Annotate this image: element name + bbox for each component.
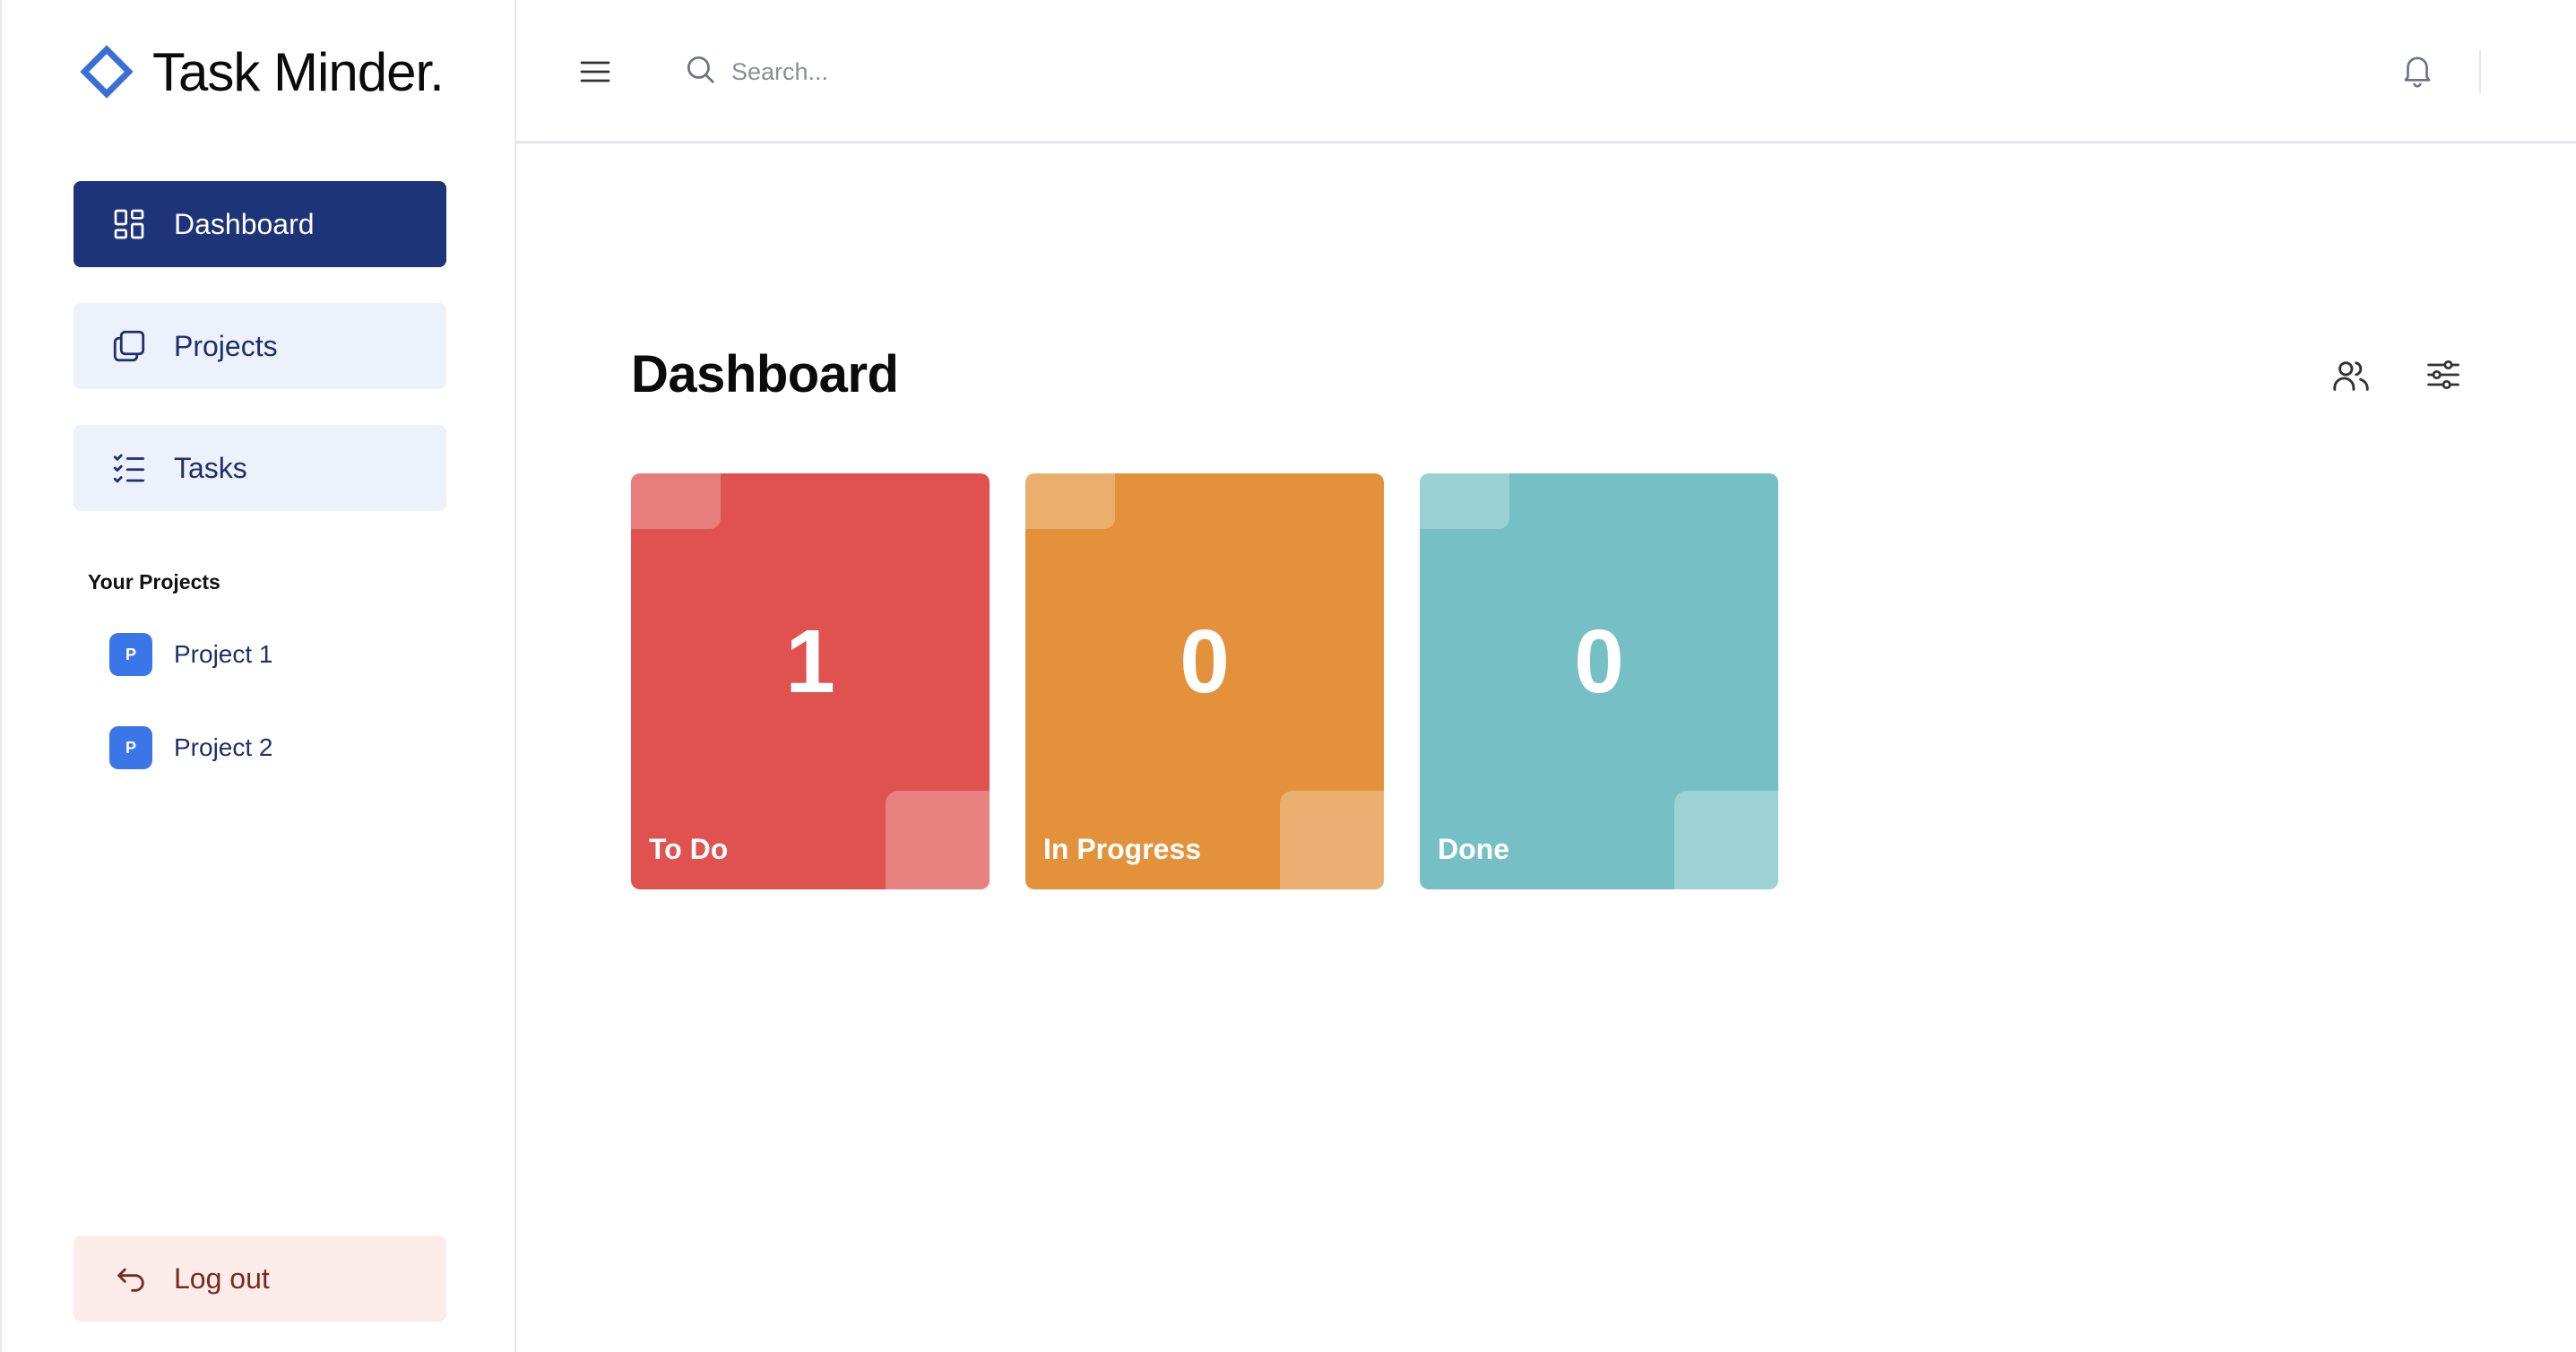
sidebar-item-dashboard[interactable]: Dashboard xyxy=(73,181,446,267)
search-input[interactable] xyxy=(731,48,1269,95)
in-progress-label: In Progress xyxy=(1043,833,1202,865)
card-corner-decoration xyxy=(631,473,721,529)
todo-label: To Do xyxy=(649,833,729,865)
todo-card[interactable]: 1 To Do xyxy=(631,473,990,889)
page-title: Dashboard xyxy=(631,345,899,403)
folders-icon xyxy=(109,326,149,366)
todo-count: 1 xyxy=(785,611,835,712)
card-corner-decoration xyxy=(1025,473,1115,529)
sidebar-item-label: Projects xyxy=(174,329,278,362)
project-name: Project 2 xyxy=(174,733,273,761)
sidebar-item-tasks[interactable]: Tasks xyxy=(73,425,446,511)
logout-button[interactable]: Log out xyxy=(73,1235,446,1322)
sidebar-item-label: Dashboard xyxy=(174,207,315,240)
dashboard-icon xyxy=(109,204,149,244)
card-corner-decoration xyxy=(886,791,990,889)
menu-icon[interactable] xyxy=(577,54,613,90)
done-card[interactable]: 0 Done xyxy=(1420,473,1778,889)
search-icon xyxy=(683,52,719,88)
card-corner-decoration xyxy=(1674,791,1778,889)
bell-icon[interactable] xyxy=(2399,48,2438,91)
your-projects-heading: Your Projects xyxy=(88,570,220,594)
in-progress-card[interactable]: 0 In Progress xyxy=(1025,473,1384,889)
diamond-logo-icon xyxy=(80,45,134,99)
app-logo[interactable]: Task Minder. xyxy=(77,39,445,104)
logout-label: Log out xyxy=(174,1261,270,1295)
app-logo-text: Task Minder. xyxy=(152,41,445,102)
done-count: 0 xyxy=(1574,611,1624,712)
project-badge: P xyxy=(109,726,152,769)
sidebar-item-projects[interactable]: Projects xyxy=(73,303,446,389)
checklist-icon xyxy=(109,448,149,488)
filter-sliders-icon[interactable] xyxy=(2424,355,2467,398)
project-name: Project 1 xyxy=(174,640,273,668)
logout-arrow-icon xyxy=(111,1259,151,1298)
header-divider xyxy=(2479,50,2481,93)
app-root: Task Minder. Dashboard Projects Tasks Yo… xyxy=(0,0,2576,1352)
done-label: Done xyxy=(1438,833,1509,865)
project-badge: P xyxy=(109,633,152,676)
card-corner-decoration xyxy=(1280,791,1384,889)
project-item-2[interactable]: P Project 2 xyxy=(109,726,273,769)
top-header xyxy=(516,0,2576,143)
project-item-1[interactable]: P Project 1 xyxy=(109,633,273,676)
team-icon[interactable] xyxy=(2330,355,2373,398)
card-corner-decoration xyxy=(1420,473,1509,529)
sidebar: Task Minder. Dashboard Projects Tasks Yo… xyxy=(0,0,516,1352)
in-progress-count: 0 xyxy=(1180,611,1230,712)
sidebar-item-label: Tasks xyxy=(174,451,247,484)
